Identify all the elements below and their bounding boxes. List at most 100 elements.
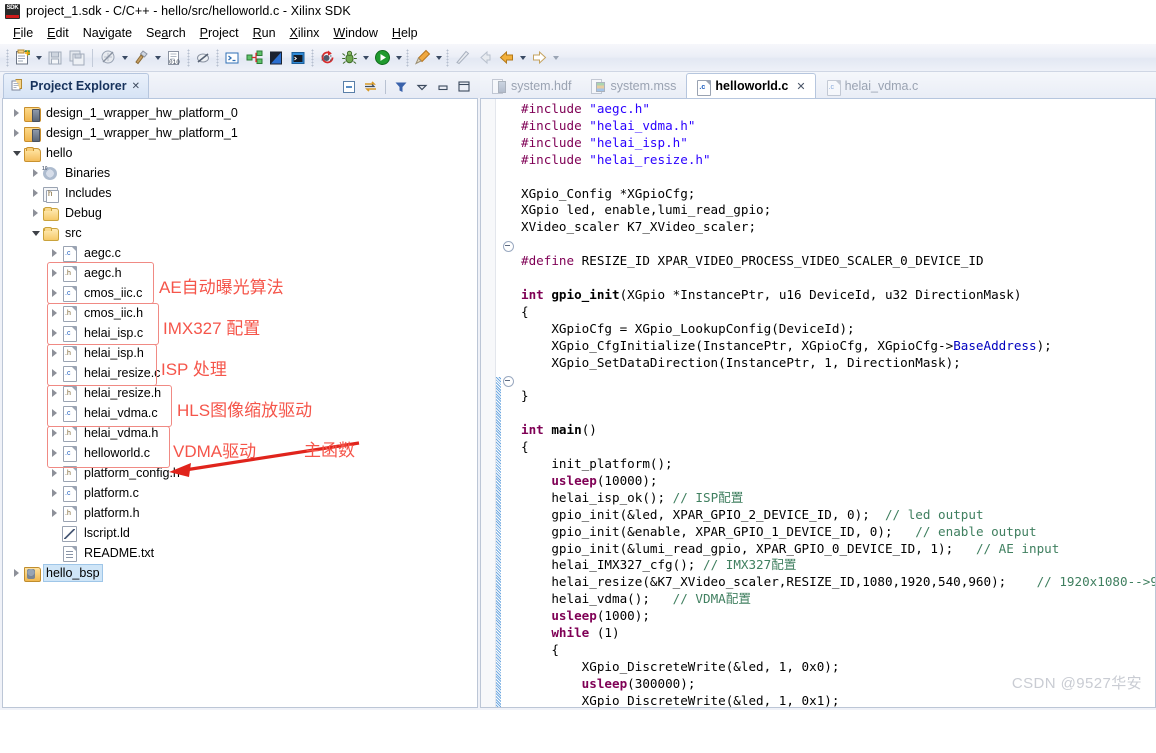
chevron-closed-icon[interactable] bbox=[49, 468, 60, 479]
chevron-closed-icon[interactable] bbox=[49, 268, 60, 279]
repeat-last-debug-icon[interactable] bbox=[316, 47, 338, 69]
tree-row[interactable]: lscript.ld bbox=[3, 523, 477, 543]
menu-help[interactable]: Help bbox=[385, 24, 425, 42]
chevron-closed-icon[interactable] bbox=[11, 568, 22, 579]
chevron-closed-icon[interactable] bbox=[49, 348, 60, 359]
chevron-closed-icon[interactable] bbox=[30, 208, 41, 219]
build-hammer-icon[interactable] bbox=[130, 47, 152, 69]
editor-folding-ruler[interactable] bbox=[501, 99, 515, 707]
chevron-closed-icon[interactable] bbox=[49, 248, 60, 259]
maximize-icon[interactable] bbox=[455, 78, 473, 95]
new-wizard-icon[interactable] bbox=[11, 47, 33, 69]
editor-tab[interactable]: system.hdf bbox=[482, 73, 581, 98]
tree-row[interactable]: .c platform.c bbox=[3, 483, 477, 503]
project-tree-host[interactable]: design_1_wrapper_hw_platform_0 design_1_w… bbox=[2, 98, 478, 708]
menu-project[interactable]: Project bbox=[193, 24, 246, 42]
tree-row[interactable]: .h platform_config.h bbox=[3, 463, 477, 483]
chevron-closed-icon[interactable] bbox=[49, 388, 60, 399]
editor-tab[interactable]: system.mss bbox=[581, 73, 686, 98]
build-dropdown-arrow[interactable] bbox=[152, 47, 163, 69]
tree-row[interactable]: .c helai_resize.c bbox=[3, 363, 477, 383]
menu-file[interactable]: File bbox=[6, 24, 40, 42]
chevron-closed-icon[interactable] bbox=[11, 128, 22, 139]
close-icon[interactable]: ✕ bbox=[796, 80, 805, 93]
debug-bug-icon[interactable] bbox=[338, 47, 360, 69]
tree-row[interactable]: .h helai_isp.h bbox=[3, 343, 477, 363]
toolbar-drag-handle-1[interactable] bbox=[6, 48, 9, 67]
toolbar-drag-handle-4[interactable] bbox=[311, 48, 314, 67]
toggle-mark-occurrences-icon[interactable] bbox=[97, 47, 119, 69]
chevron-closed-icon[interactable] bbox=[49, 428, 60, 439]
toolbar-drag-handle-2[interactable] bbox=[187, 48, 190, 67]
external-dropdown-arrow[interactable] bbox=[433, 47, 444, 69]
back-dim-icon[interactable] bbox=[473, 47, 495, 69]
mark-dropdown-arrow[interactable] bbox=[119, 47, 130, 69]
chevron-closed-icon[interactable] bbox=[49, 328, 60, 339]
collapse-all-icon[interactable] bbox=[340, 78, 358, 95]
back-icon[interactable] bbox=[495, 47, 517, 69]
tree-row[interactable]: design_1_wrapper_hw_platform_1 bbox=[3, 123, 477, 143]
editor-tab[interactable]: .c helai_vdma.c bbox=[816, 73, 929, 98]
link-with-editor-icon[interactable] bbox=[361, 78, 379, 95]
chevron-closed-icon[interactable] bbox=[11, 108, 22, 119]
tree-row[interactable]: Includes bbox=[3, 183, 477, 203]
tree-row[interactable]: .c aegc.c bbox=[3, 243, 477, 263]
menu-window[interactable]: Window bbox=[326, 24, 384, 42]
new-dropdown-arrow[interactable] bbox=[33, 47, 44, 69]
chevron-closed-icon[interactable] bbox=[30, 188, 41, 199]
menu-navigate[interactable]: Navigate bbox=[76, 24, 139, 42]
tree-row[interactable]: Binaries bbox=[3, 163, 477, 183]
forward-dropdown-arrow[interactable] bbox=[550, 47, 561, 69]
external-tools-icon[interactable] bbox=[411, 47, 433, 69]
tree-row[interactable]: hello bbox=[3, 143, 477, 163]
editor-annotation-ruler[interactable] bbox=[481, 99, 496, 707]
code-editor[interactable]: #include "aegc.h" #include "helai_vdma.h"… bbox=[480, 98, 1156, 708]
chevron-closed-icon[interactable] bbox=[49, 368, 60, 379]
close-icon[interactable]: ✕ bbox=[132, 81, 140, 92]
fold-toggle-main[interactable] bbox=[503, 376, 514, 387]
minimize-icon[interactable] bbox=[434, 78, 452, 95]
forward-icon[interactable] bbox=[528, 47, 550, 69]
back-dropdown-arrow[interactable] bbox=[517, 47, 528, 69]
chevron-closed-icon[interactable] bbox=[49, 308, 60, 319]
tab-project-explorer[interactable]: Project Explorer ✕ bbox=[3, 73, 149, 98]
chevron-closed-icon[interactable] bbox=[49, 508, 60, 519]
tree-row[interactable]: hello_bsp bbox=[3, 563, 477, 583]
chevron-closed-icon[interactable] bbox=[49, 488, 60, 499]
terminal-icon[interactable] bbox=[221, 47, 243, 69]
toolbar-drag-handle-6[interactable] bbox=[446, 48, 449, 67]
dark-console-icon[interactable] bbox=[287, 47, 309, 69]
run-icon[interactable] bbox=[371, 47, 393, 69]
fold-toggle-gpio-init[interactable] bbox=[503, 241, 514, 252]
chevron-open-icon[interactable] bbox=[11, 148, 22, 159]
chevron-closed-icon[interactable] bbox=[49, 408, 60, 419]
code-text[interactable]: #include "aegc.h" #include "helai_vdma.h"… bbox=[515, 99, 1155, 707]
view-menu-icon[interactable] bbox=[413, 78, 431, 95]
chevron-closed-icon[interactable] bbox=[30, 168, 41, 179]
menu-search[interactable]: Search bbox=[139, 24, 193, 42]
chevron-open-icon[interactable] bbox=[30, 228, 41, 239]
toolbar-drag-handle-3[interactable] bbox=[216, 48, 219, 67]
chevron-closed-icon[interactable] bbox=[49, 448, 60, 459]
view-filter-icon[interactable] bbox=[392, 78, 410, 95]
tree-row[interactable]: src bbox=[3, 223, 477, 243]
toolbar-drag-handle-5[interactable] bbox=[406, 48, 409, 67]
binary-010-icon[interactable]: 010 bbox=[163, 47, 185, 69]
xsct-console-icon[interactable] bbox=[265, 47, 287, 69]
tree-row[interactable]: design_1_wrapper_hw_platform_0 bbox=[3, 103, 477, 123]
debug-dropdown-arrow[interactable] bbox=[360, 47, 371, 69]
chevron-closed-icon[interactable] bbox=[49, 288, 60, 299]
tree-row[interactable]: .h platform.h bbox=[3, 503, 477, 523]
menu-edit[interactable]: Edit bbox=[40, 24, 76, 42]
program-fpga-icon[interactable] bbox=[243, 47, 265, 69]
menu-run[interactable]: Run bbox=[246, 24, 283, 42]
run-dropdown-arrow[interactable] bbox=[393, 47, 404, 69]
tree-row[interactable]: Debug bbox=[3, 203, 477, 223]
save-icon[interactable] bbox=[44, 47, 66, 69]
editor-tab[interactable]: .c helloworld.c ✕ bbox=[686, 73, 816, 98]
menu-xilinx[interactable]: Xilinx bbox=[283, 24, 327, 42]
skip-all-breakpoints-icon[interactable] bbox=[192, 47, 214, 69]
save-all-icon[interactable] bbox=[66, 47, 88, 69]
open-perspective-icon[interactable] bbox=[451, 47, 473, 69]
tree-row[interactable]: README.txt bbox=[3, 543, 477, 563]
